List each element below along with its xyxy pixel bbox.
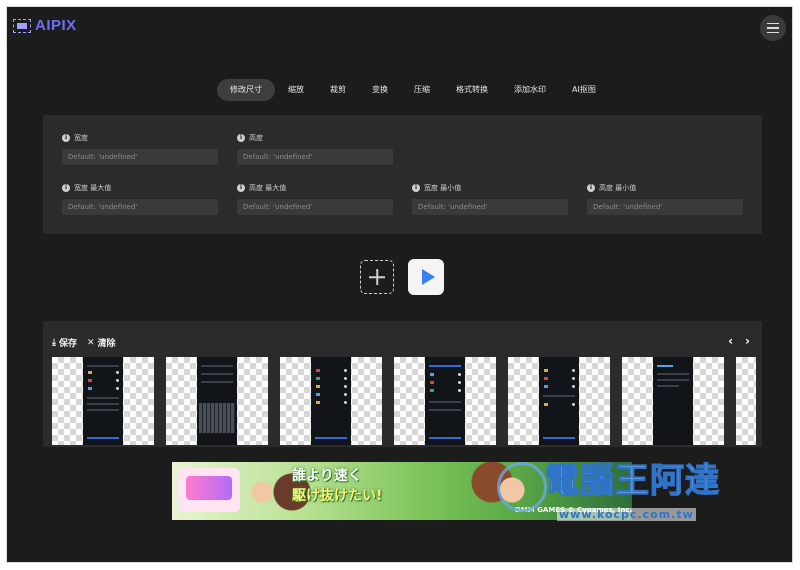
height-max-label: 高度 最大值 bbox=[249, 184, 287, 192]
download-icon: ⤓ bbox=[52, 337, 56, 348]
width-input[interactable] bbox=[62, 149, 218, 165]
app-name: AIPIX bbox=[35, 17, 77, 34]
height-field-group: i 高度 bbox=[237, 132, 393, 165]
menu-icon bbox=[767, 22, 779, 25]
info-icon: i bbox=[587, 184, 595, 192]
height-min-label: 高度 最小值 bbox=[599, 184, 637, 192]
watermark-url: www.kocpc.com.tw bbox=[557, 508, 696, 521]
add-image-button[interactable] bbox=[360, 260, 394, 294]
tab-scale[interactable]: 缩放 bbox=[275, 79, 317, 101]
thumbnail-strip bbox=[52, 357, 756, 445]
width-max-label: 宽度 最大值 bbox=[74, 184, 112, 192]
height-label: 高度 bbox=[249, 134, 263, 142]
hamburger-menu-button[interactable] bbox=[760, 15, 786, 41]
resize-settings-panel: i 宽度 i 高度 i 宽度 最大值 i 高度 最大值 bbox=[43, 115, 762, 234]
banner-headline: 誰より速く bbox=[292, 468, 362, 484]
thumbnail[interactable] bbox=[736, 357, 756, 445]
site-watermark: 電腦王阿達 www.kocpc.com.tw bbox=[497, 461, 759, 526]
width-min-input[interactable] bbox=[412, 199, 568, 215]
app-window: AIPIX 修改尺寸 缩放 裁剪 变换 压缩 格式转换 添加水印 AI抠图 i … bbox=[6, 6, 793, 563]
run-button[interactable] bbox=[408, 259, 444, 295]
width-max-input[interactable] bbox=[62, 199, 218, 215]
width-max-field-group: i 宽度 最大值 bbox=[62, 182, 218, 215]
height-max-field-group: i 高度 最大值 bbox=[237, 182, 393, 215]
info-icon: i bbox=[62, 184, 70, 192]
tab-ai-cutout[interactable]: AI抠图 bbox=[559, 79, 609, 101]
info-icon: i bbox=[412, 184, 420, 192]
game-logo bbox=[178, 468, 240, 512]
width-label: 宽度 bbox=[74, 134, 88, 142]
thumbnail[interactable] bbox=[166, 357, 268, 445]
next-arrow-icon[interactable]: › bbox=[745, 335, 750, 347]
tool-tabs: 修改尺寸 缩放 裁剪 变换 压缩 格式转换 添加水印 AI抠图 bbox=[217, 79, 609, 101]
info-icon: i bbox=[62, 134, 70, 142]
tab-compress[interactable]: 压缩 bbox=[401, 79, 443, 101]
clear-button[interactable]: ✕ 清除 bbox=[87, 336, 116, 350]
tab-add-watermark[interactable]: 添加水印 bbox=[501, 79, 559, 101]
tab-transform[interactable]: 变换 bbox=[359, 79, 401, 101]
thumbnail[interactable] bbox=[508, 357, 610, 445]
results-panel: ⤓ 保存 ✕ 清除 ‹ › bbox=[43, 321, 762, 447]
height-input[interactable] bbox=[237, 149, 393, 165]
thumbnail[interactable] bbox=[280, 357, 382, 445]
close-icon: ✕ bbox=[87, 337, 95, 348]
thumbnail[interactable] bbox=[622, 357, 724, 445]
app-logo[interactable]: AIPIX bbox=[13, 17, 77, 34]
thumbnail[interactable] bbox=[394, 357, 496, 445]
width-min-label: 宽度 最小值 bbox=[424, 184, 462, 192]
height-max-input[interactable] bbox=[237, 199, 393, 215]
tab-resize[interactable]: 修改尺寸 bbox=[217, 79, 275, 101]
image-icon bbox=[13, 18, 31, 33]
banner-subline: 駆け抜けたい! bbox=[292, 488, 383, 504]
tab-format-convert[interactable]: 格式转换 bbox=[443, 79, 501, 101]
info-icon: i bbox=[237, 134, 245, 142]
prev-arrow-icon[interactable]: ‹ bbox=[728, 335, 733, 347]
watermark-logo-icon bbox=[497, 462, 547, 512]
thumbnail[interactable] bbox=[52, 357, 154, 445]
tab-crop[interactable]: 裁剪 bbox=[317, 79, 359, 101]
info-icon: i bbox=[237, 184, 245, 192]
height-min-input[interactable] bbox=[587, 199, 743, 215]
height-min-field-group: i 高度 最小值 bbox=[587, 182, 743, 215]
width-min-field-group: i 宽度 最小值 bbox=[412, 182, 568, 215]
width-field-group: i 宽度 bbox=[62, 132, 218, 165]
watermark-title: 電腦王阿達 bbox=[544, 461, 720, 501]
save-button[interactable]: ⤓ 保存 bbox=[52, 336, 77, 350]
